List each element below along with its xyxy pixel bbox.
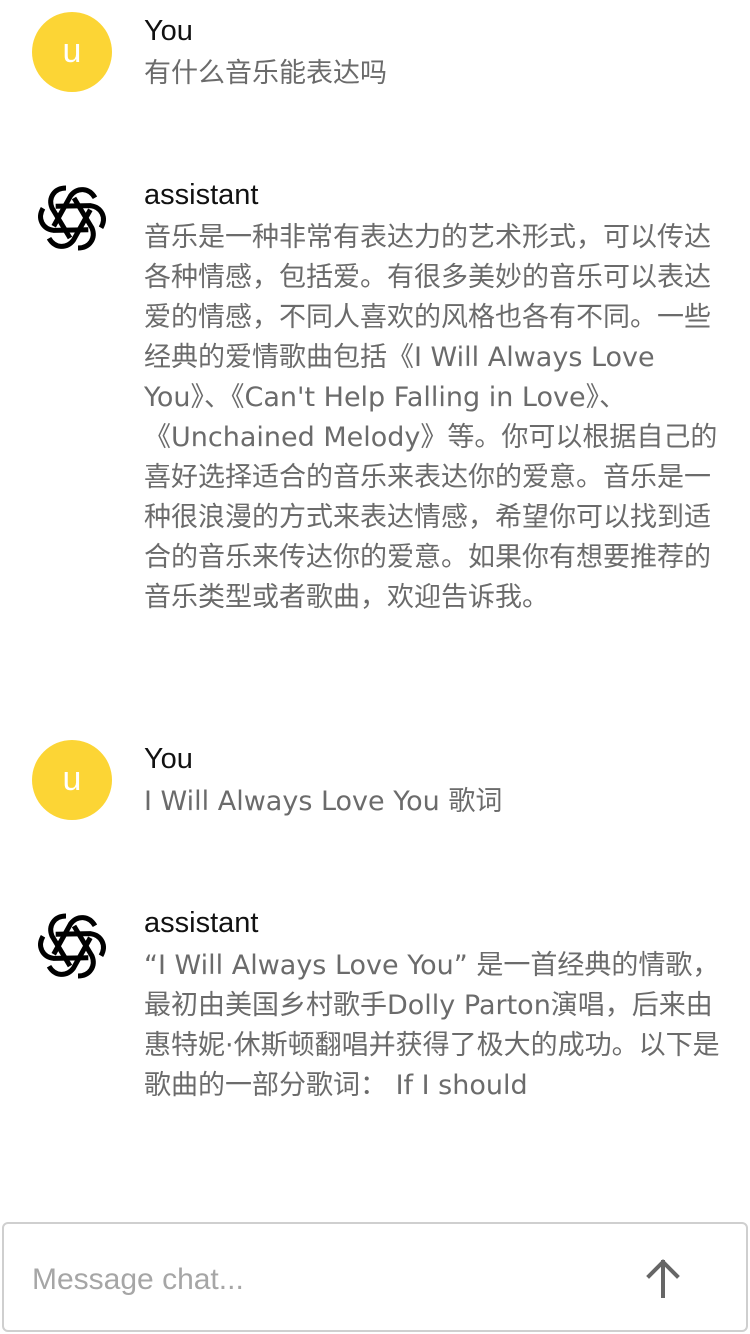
message-user: u You I Will Always Love You 歌词: [0, 728, 750, 848]
message-assistant: assistant “I Will Always Love You” 是一首经典…: [0, 892, 750, 1132]
user-avatar: u: [32, 12, 112, 92]
message-text: 有什么音乐能表达吗: [144, 58, 387, 89]
openai-logo-icon: [32, 906, 112, 986]
openai-logo-icon: [32, 178, 112, 258]
arrow-up-icon: [646, 1259, 680, 1298]
message-role: assistant: [144, 179, 259, 211]
message-text: I Will Always Love You 歌词: [144, 786, 503, 817]
message-text: 音乐是一种非常有表达力的艺术形式，可以传达各种情感，包括爱。有很多美妙的音乐可以…: [144, 222, 718, 613]
message-composer: [2, 1222, 748, 1332]
message-role: You: [144, 15, 193, 47]
chat-page: u You 有什么音乐能表达吗 assistant 音乐是一种非常有表达力的艺术…: [0, 0, 750, 1334]
message-role: You: [144, 743, 193, 775]
message-input[interactable]: [30, 1254, 594, 1306]
message-user: u You 有什么音乐能表达吗: [0, 0, 750, 120]
message-role: assistant: [144, 907, 259, 939]
send-button[interactable]: [638, 1254, 688, 1304]
message-assistant: assistant 音乐是一种非常有表达力的艺术形式，可以传达各种情感，包括爱。…: [0, 164, 750, 684]
message-text: “I Will Always Love You” 是一首经典的情歌，最初由美国乡…: [144, 950, 720, 1101]
user-avatar: u: [32, 740, 112, 820]
